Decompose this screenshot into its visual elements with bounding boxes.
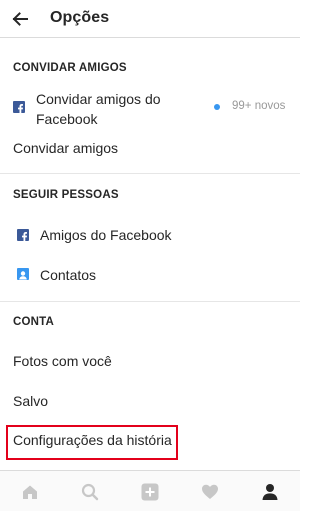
search-icon[interactable] <box>81 483 99 501</box>
bottom-nav <box>0 470 300 511</box>
contact-card-icon <box>17 268 29 280</box>
invite-facebook-label-line2: Facebook <box>36 111 98 127</box>
options-screen: Opções CONVIDAR AMIGOS Convidar amigos d… <box>0 0 300 511</box>
arrow-left-icon[interactable] <box>10 9 30 29</box>
photos-of-you-item[interactable]: Fotos com você <box>0 348 300 374</box>
section-title-account: CONTA <box>13 316 55 328</box>
story-settings-item[interactable]: Configurações da história <box>0 427 300 455</box>
home-icon[interactable] <box>21 483 39 501</box>
invite-friends-item[interactable]: Convidar amigos <box>0 136 300 160</box>
page-title: Opções <box>50 9 110 26</box>
add-post-icon[interactable] <box>141 483 159 501</box>
saved-label: Salvo <box>13 393 49 409</box>
app-header: Opções <box>0 0 300 38</box>
facebook-icon <box>13 101 25 114</box>
facebook-icon <box>17 229 29 242</box>
story-settings-label: Configurações da história <box>13 432 172 448</box>
saved-item[interactable]: Salvo <box>0 388 300 414</box>
section-divider <box>0 301 300 302</box>
contacts-label: Contatos <box>40 267 97 283</box>
photos-of-you-label: Fotos com você <box>13 353 112 369</box>
profile-icon[interactable] <box>261 483 279 501</box>
section-divider <box>0 173 300 174</box>
section-title-follow: SEGUIR PESSOAS <box>13 189 119 201</box>
section-title-invite: CONVIDAR AMIGOS <box>13 62 127 74</box>
contacts-item[interactable]: Contatos <box>0 262 300 288</box>
new-count-badge: 99+ novos <box>232 100 286 112</box>
invite-facebook-label-line1: Convidar amigos do <box>36 91 161 107</box>
invite-friends-label: Convidar amigos <box>13 140 119 156</box>
facebook-friends-item[interactable]: Amigos do Facebook <box>0 222 300 248</box>
facebook-friends-label: Amigos do Facebook <box>40 227 172 243</box>
new-badge-dot <box>214 104 220 110</box>
heart-icon[interactable] <box>201 483 219 501</box>
